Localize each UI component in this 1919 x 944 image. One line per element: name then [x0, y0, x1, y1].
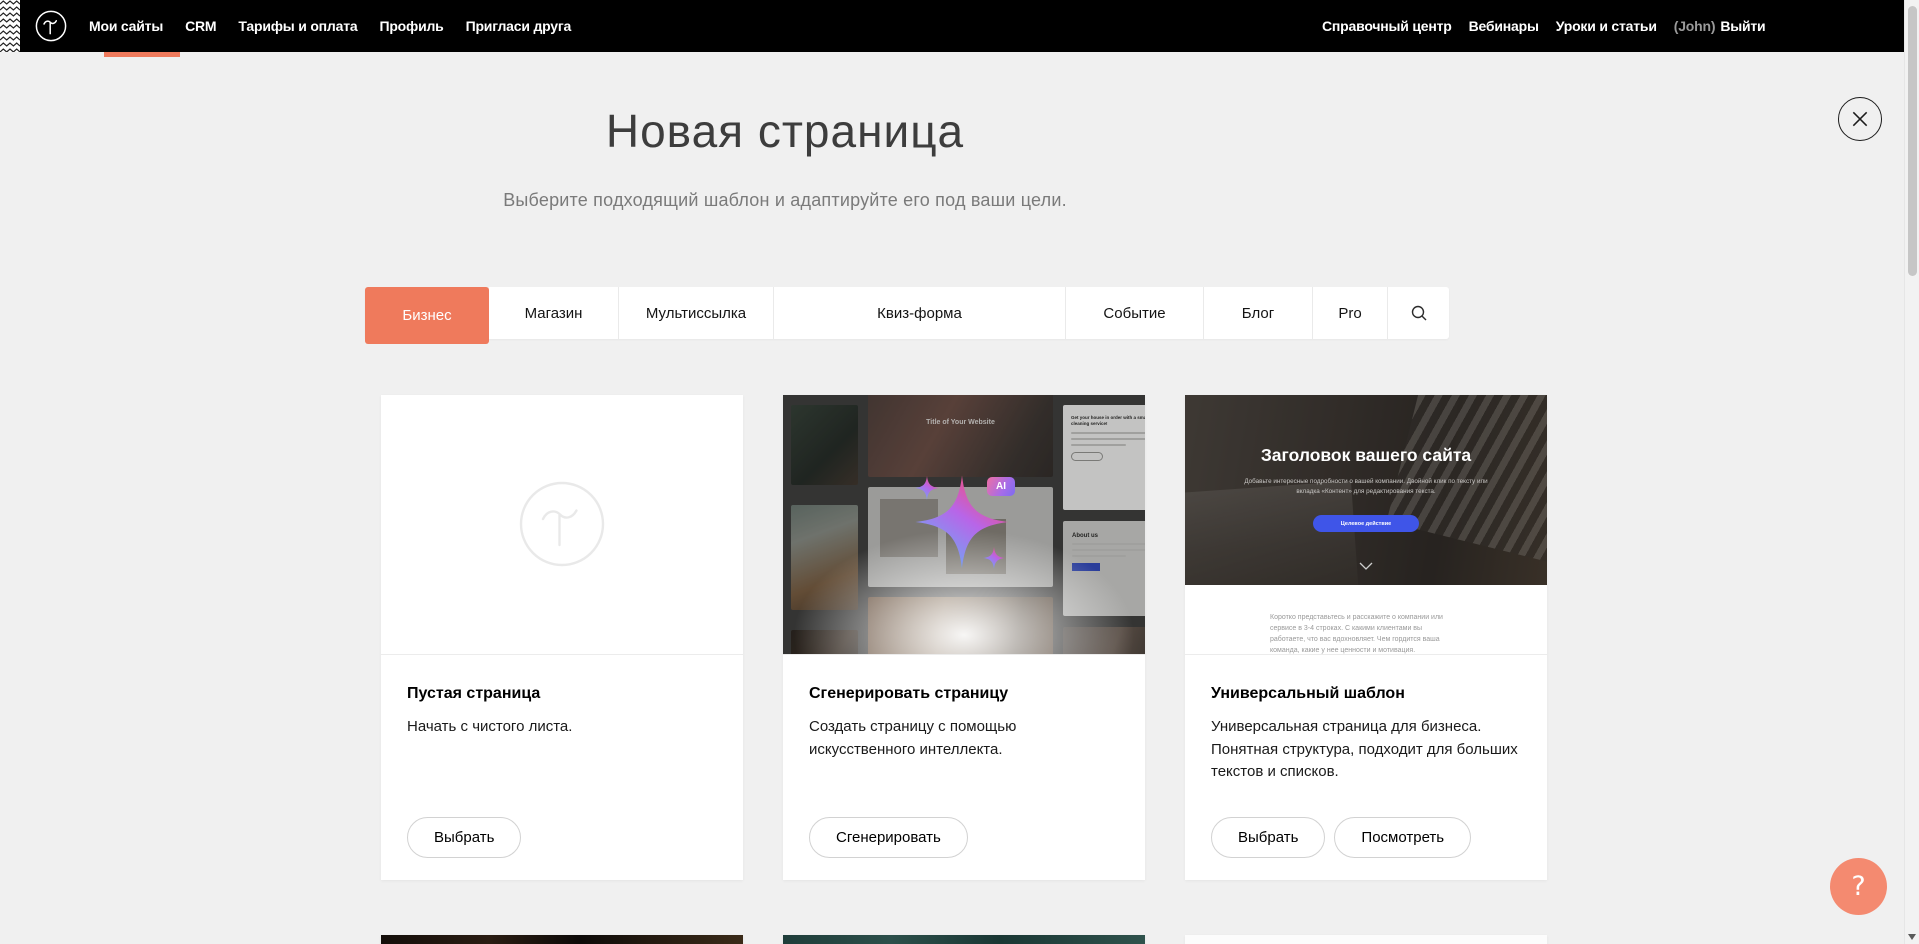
new-page-dialog: Мои сайты CRM Тарифы и оплата Профиль Пр…	[0, 0, 1919, 944]
tab-business[interactable]: Бизнес	[365, 287, 489, 344]
card-body: Универсальный шаблон Универсальная стран…	[1185, 655, 1547, 880]
zigzag-pattern	[0, 0, 20, 52]
card-description: Начать с чистого листа.	[407, 716, 717, 739]
tab-blog[interactable]: Блог	[1204, 287, 1313, 339]
tab-pro[interactable]: Pro	[1313, 287, 1388, 339]
template-body-text: Коротко представьтесь и расскажите о ком…	[1270, 613, 1475, 655]
template-hero: Заголовок вашего сайта Добавьте интересн…	[1185, 395, 1547, 585]
active-nav-indicator	[104, 52, 180, 57]
top-nav: Мои сайты CRM Тарифы и оплата Профиль Пр…	[0, 0, 1904, 52]
template-category-tabs: Бизнес Магазин Мультиссылка Квиз-форма С…	[365, 287, 1449, 339]
page-subtitle: Выберите подходящий шаблон и адаптируйте…	[385, 190, 1185, 211]
template-hero-title: Заголовок вашего сайта	[1185, 445, 1547, 466]
template-card-partial[interactable]	[1185, 935, 1547, 944]
tab-search[interactable]	[1388, 287, 1449, 339]
template-hero-subtitle: Добавьте интересные подробности о вашей …	[1241, 477, 1491, 497]
tilda-logo[interactable]	[35, 10, 67, 42]
user-name: (John)	[1674, 18, 1716, 34]
template-cta-button: Целевое действие	[1313, 515, 1419, 532]
blank-page-preview	[381, 395, 743, 655]
card-body: Сгенерировать страницу Создать страницу …	[783, 655, 1145, 880]
card-description: Универсальная страница для бизнеса. Поня…	[1211, 716, 1521, 784]
close-icon	[1839, 97, 1881, 141]
tilda-ghost-logo-icon	[519, 481, 605, 567]
ai-generate-preview: Title of Your Website Get your house in …	[783, 395, 1145, 655]
chevron-down-icon	[1359, 557, 1373, 575]
universal-template-preview: Заголовок вашего сайта Добавьте интересн…	[1185, 395, 1547, 655]
tab-multilink[interactable]: Мультиссылка	[619, 287, 774, 339]
ai-sparkle-icon	[783, 395, 1145, 655]
tab-event[interactable]: Событие	[1066, 287, 1204, 339]
nav-crm[interactable]: CRM	[185, 18, 216, 34]
card-title: Сгенерировать страницу	[809, 685, 1119, 703]
card-buttons: Выбрать Посмотреть	[1211, 817, 1471, 858]
card-body: Пустая страница Начать с чистого листа. …	[381, 655, 743, 880]
scrollbar[interactable]	[1904, 0, 1919, 944]
card-buttons: Сгенерировать	[809, 817, 968, 858]
nav-lessons-articles[interactable]: Уроки и статьи	[1556, 18, 1657, 34]
card-description: Создать страницу с помощью искусственног…	[809, 716, 1119, 761]
nav-help-center[interactable]: Справочный центр	[1322, 18, 1452, 34]
card-title: Универсальный шаблон	[1211, 685, 1521, 703]
nav-webinars[interactable]: Вебинары	[1469, 18, 1539, 34]
tab-quiz-form[interactable]: Квиз-форма	[774, 287, 1066, 339]
scroll-down-arrow[interactable]	[1908, 934, 1916, 940]
choose-button[interactable]: Выбрать	[1211, 817, 1325, 858]
close-button[interactable]	[1838, 97, 1882, 141]
primary-nav: Мои сайты CRM Тарифы и оплата Профиль Пр…	[89, 0, 571, 52]
secondary-nav: Справочный центр Вебинары Уроки и статьи…	[1322, 0, 1765, 52]
nav-my-sites[interactable]: Мои сайты	[89, 18, 163, 34]
card-title: Пустая страница	[407, 685, 717, 703]
template-card-partial[interactable]	[783, 935, 1145, 944]
nav-plans-payment[interactable]: Тарифы и оплата	[238, 18, 357, 34]
template-card-blank-page[interactable]: Пустая страница Начать с чистого листа. …	[381, 395, 743, 880]
template-card-ai-generate[interactable]: Title of Your Website Get your house in …	[783, 395, 1145, 880]
scrollbar-thumb[interactable]	[1908, 6, 1917, 276]
tab-shop[interactable]: Магазин	[489, 287, 619, 339]
ai-badge: AI	[987, 477, 1015, 496]
search-icon	[1409, 303, 1429, 323]
card-buttons: Выбрать	[407, 817, 521, 858]
account-area: (John) Выйти	[1674, 18, 1766, 34]
template-card-partial[interactable]	[381, 935, 743, 944]
page-title: Новая страница	[385, 104, 1185, 158]
nav-invite-friend[interactable]: Пригласи друга	[466, 18, 572, 34]
template-text-section: Коротко представьтесь и расскажите о ком…	[1185, 585, 1547, 655]
nav-profile[interactable]: Профиль	[379, 18, 443, 34]
choose-button[interactable]: Выбрать	[407, 817, 521, 858]
logout-button[interactable]: Выйти	[1720, 18, 1765, 34]
template-card-universal[interactable]: Заголовок вашего сайта Добавьте интересн…	[1185, 395, 1547, 880]
preview-button[interactable]: Посмотреть	[1334, 817, 1471, 858]
generate-button[interactable]: Сгенерировать	[809, 817, 968, 858]
help-button[interactable]: ?	[1830, 858, 1887, 915]
